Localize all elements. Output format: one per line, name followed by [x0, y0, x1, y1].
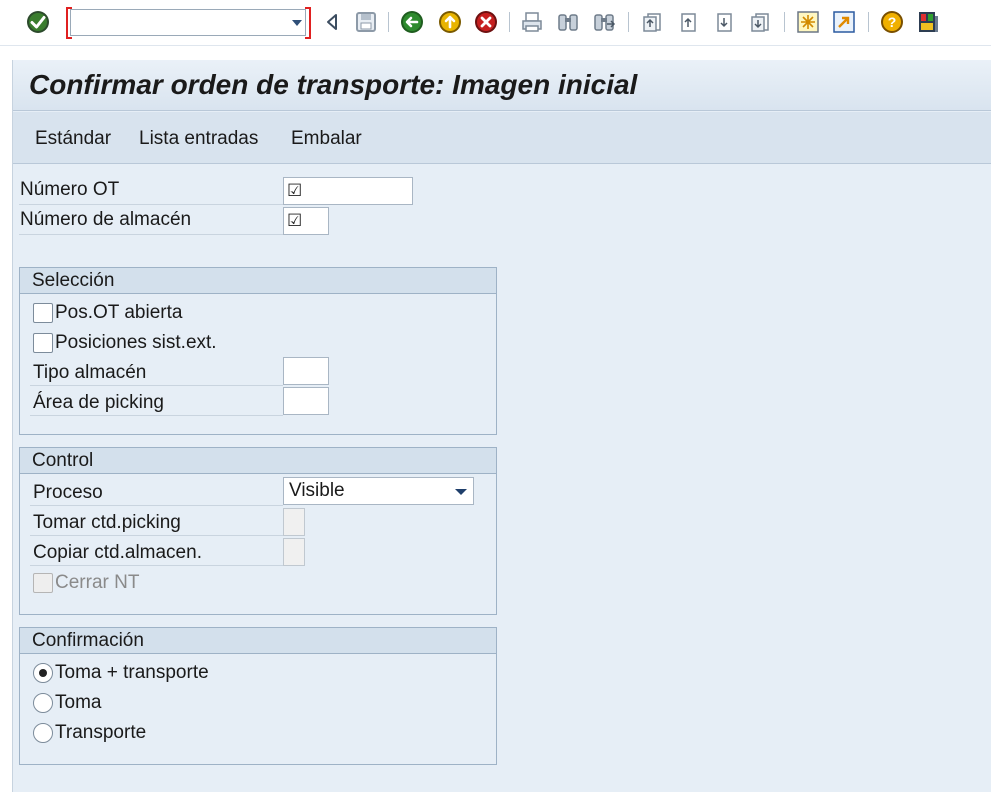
pos-ot-abierta-checkbox[interactable]	[33, 303, 53, 323]
next-page-icon[interactable]	[712, 10, 736, 34]
shortcut-icon[interactable]	[832, 10, 856, 34]
control-group-title: Control	[32, 450, 94, 471]
save-icon[interactable]	[354, 10, 378, 34]
numero-ot-field[interactable]: ☑	[283, 177, 413, 205]
toolbar-separator	[509, 12, 510, 32]
svg-text:?: ?	[888, 14, 897, 30]
control-group-header: Control	[20, 448, 496, 474]
find-icon[interactable]	[556, 10, 580, 34]
last-page-icon[interactable]	[748, 10, 772, 34]
required-entry-icon: ☑	[287, 181, 303, 200]
command-field-right-bracket	[305, 7, 311, 39]
page-title: Confirmar orden de transporte: Imagen in…	[29, 69, 638, 100]
seleccion-group-title: Selección	[32, 270, 115, 291]
menu-embalar[interactable]: Embalar	[291, 128, 362, 150]
seleccion-group: Selección Pos.OT abierta Posiciones sist…	[19, 267, 497, 435]
exit-icon[interactable]	[438, 10, 462, 34]
posiciones-sist-ext-checkbox[interactable]	[33, 333, 53, 353]
command-field-dropdown-icon[interactable]	[292, 20, 302, 26]
tipo-almacen-label: Tipo almacén	[33, 362, 147, 383]
transporte-radio[interactable]	[33, 723, 53, 743]
proceso-selected-value: Visible	[289, 480, 345, 501]
back-arrow-icon[interactable]	[320, 10, 344, 34]
proceso-dropdown[interactable]: Visible	[283, 477, 474, 505]
screen-content: Número OT ☑ Número de almacén ☑ Selecció…	[13, 165, 991, 792]
pos-ot-abierta-label: Pos.OT abierta	[55, 302, 183, 323]
row-divider	[30, 415, 283, 416]
application-toolbar: Estándar Lista entradas Embalar	[13, 112, 991, 164]
required-entry-icon: ☑	[287, 211, 303, 230]
print-icon[interactable]	[520, 10, 544, 34]
proceso-label: Proceso	[33, 482, 103, 503]
help-icon[interactable]: ?	[880, 10, 904, 34]
row-divider	[19, 204, 283, 205]
customize-layout-icon[interactable]	[916, 10, 940, 34]
enter-icon[interactable]	[26, 10, 50, 34]
chevron-down-icon[interactable]	[455, 489, 467, 495]
copiar-ctd-almacen-label: Copiar ctd.almacen.	[33, 542, 202, 563]
toma-radio[interactable]	[33, 693, 53, 713]
numero-almacen-field[interactable]: ☑	[283, 207, 329, 235]
posiciones-sist-ext-label: Posiciones sist.ext.	[55, 332, 217, 353]
row-divider	[30, 535, 283, 536]
previous-page-icon[interactable]	[676, 10, 700, 34]
area-picking-field[interactable]	[283, 387, 329, 415]
control-group: Control Proceso Visible Tomar ctd.pickin…	[19, 447, 497, 615]
toolbar-separator	[868, 12, 869, 32]
confirmacion-group-title: Confirmación	[32, 630, 144, 651]
confirmacion-group: Confirmación Toma + transporte Toma Tran…	[19, 627, 497, 765]
numero-almacen-label: Número de almacén	[20, 209, 192, 230]
tomar-ctd-picking-label: Tomar ctd.picking	[33, 512, 181, 533]
seleccion-group-header: Selección	[20, 268, 496, 294]
toma-transporte-label: Toma + transporte	[55, 662, 209, 683]
confirmacion-group-header: Confirmación	[20, 628, 496, 654]
find-next-icon[interactable]	[592, 10, 616, 34]
toma-transporte-radio[interactable]	[33, 663, 53, 683]
area-picking-label: Área de picking	[33, 392, 164, 413]
row-divider	[30, 565, 283, 566]
cerrar-nt-checkbox	[33, 573, 53, 593]
toolbar-separator	[784, 12, 785, 32]
tipo-almacen-field[interactable]	[283, 357, 329, 385]
toma-label: Toma	[55, 692, 102, 713]
toolbar-separator	[628, 12, 629, 32]
first-page-icon[interactable]	[640, 10, 664, 34]
main-screen: Confirmar orden de transporte: Imagen in…	[12, 60, 991, 792]
command-field-wrapper	[66, 7, 311, 39]
copiar-ctd-almacen-field	[283, 538, 305, 566]
row-divider	[30, 505, 283, 506]
cancel-icon[interactable]	[474, 10, 498, 34]
tomar-ctd-picking-field	[283, 508, 305, 536]
title-bar: Confirmar orden de transporte: Imagen in…	[13, 60, 991, 111]
toolbar-separator	[388, 12, 389, 32]
menu-estandar[interactable]: Estándar	[35, 128, 111, 150]
numero-ot-label: Número OT	[20, 179, 120, 200]
cerrar-nt-label: Cerrar NT	[55, 572, 140, 593]
system-toolbar: ?	[0, 0, 991, 46]
menu-lista-entradas[interactable]: Lista entradas	[139, 128, 258, 150]
create-session-icon[interactable]	[796, 10, 820, 34]
row-divider	[30, 385, 283, 386]
row-divider	[19, 234, 283, 235]
command-field[interactable]	[70, 9, 306, 36]
transporte-label: Transporte	[55, 722, 147, 743]
back-icon[interactable]	[400, 10, 424, 34]
